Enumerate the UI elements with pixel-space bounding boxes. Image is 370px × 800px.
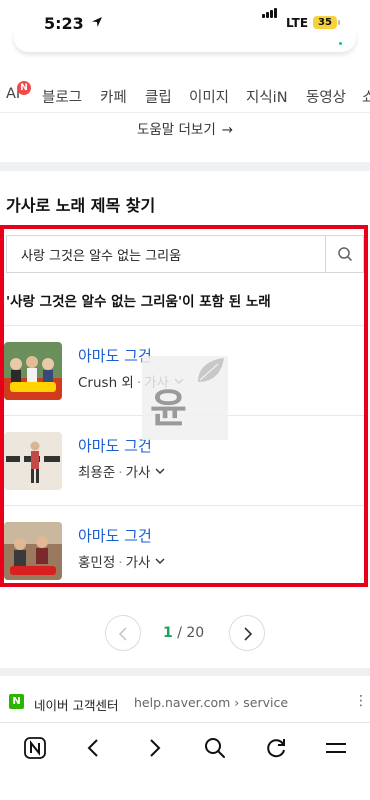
help-more-label: 도움말 더보기 (136, 122, 216, 138)
chevron-left-icon (118, 627, 127, 641)
menu-icon[interactable] (323, 735, 349, 761)
tab-image[interactable]: 이미지 (189, 86, 229, 107)
site-url: help.naver.com › service (134, 695, 289, 710)
song-title[interactable]: 아마도 그건 (78, 435, 152, 456)
search-tabs: AI N 블로그 카페 클립 이미지 지식iN 동영상 쇼 (0, 70, 370, 122)
leaf-icon (198, 358, 224, 382)
next-page-button[interactable] (229, 615, 265, 651)
watermark: 윤 (142, 356, 228, 440)
chevron-down-icon[interactable] (155, 556, 165, 566)
list-item[interactable]: 아마도 그건 홍민정 · 가사 (4, 505, 364, 595)
network-type: LTE (286, 16, 309, 30)
song-title[interactable]: 아마도 그건 (78, 345, 152, 366)
divider (0, 112, 370, 113)
lyrics-search-input[interactable] (7, 236, 325, 272)
song-meta: 최용준 · 가사 (78, 461, 165, 481)
bottom-toolbar (0, 722, 370, 800)
more-options-icon[interactable]: ⋮ (354, 693, 368, 709)
tab-blog[interactable]: 블로그 (42, 86, 82, 107)
site-name: 네이버 고객센터 (34, 698, 119, 713)
naver-home-icon[interactable] (22, 735, 48, 761)
tab-video[interactable]: 동영상 (306, 86, 346, 107)
next-result[interactable]: N 네이버 고객센터 help.naver.com › service ⋮ (0, 690, 370, 716)
naver-logo-icon: N (9, 694, 24, 709)
lyrics-toggle[interactable]: 가사 (126, 555, 151, 571)
back-icon[interactable] (81, 735, 107, 761)
total-pages: 20 (186, 625, 205, 641)
pagination: 1 / 20 (0, 615, 370, 653)
album-thumbnail[interactable] (4, 432, 62, 490)
tab-ai-badge: N (17, 81, 31, 95)
lyrics-search-box (6, 235, 364, 273)
song-title[interactable]: 아마도 그건 (78, 525, 152, 546)
battery-tip (338, 20, 340, 25)
section-title: 가사로 노래 제목 찾기 (6, 196, 156, 215)
page-indicator: 1 / 20 (163, 625, 205, 641)
current-page: 1 (163, 625, 173, 641)
album-thumbnail[interactable] (4, 522, 62, 580)
search-icon[interactable] (326, 236, 364, 272)
result-title: '사랑 그것은 알수 없는 그리움'이 포함 된 노래 (6, 294, 271, 310)
tab-clip[interactable]: 클립 (145, 86, 172, 107)
artist-name: 최용준 (78, 465, 116, 481)
arrow-right-icon: → (221, 122, 234, 138)
search-icon[interactable] (202, 735, 228, 761)
tab-shopping[interactable]: 쇼 (362, 86, 370, 107)
chevron-down-icon[interactable] (155, 466, 165, 476)
prev-page-button[interactable] (105, 615, 141, 651)
song-meta: 홍민정 · 가사 (78, 551, 165, 571)
tab-kin[interactable]: 지식iN (246, 86, 288, 107)
forward-icon[interactable] (141, 735, 167, 761)
chevron-right-icon (244, 627, 253, 641)
lyrics-toggle[interactable]: 가사 (126, 465, 151, 481)
location-arrow-icon (92, 17, 102, 27)
section-gap (0, 668, 370, 676)
artist-name: Crush 외 (78, 375, 134, 391)
help-more-button[interactable]: 도움말 더보기 → (0, 118, 370, 144)
battery-icon: 35 (313, 16, 337, 29)
refresh-icon[interactable] (263, 735, 289, 761)
search-bar-edge (14, 30, 356, 52)
album-thumbnail[interactable] (4, 342, 62, 400)
section-gap (0, 162, 370, 171)
tab-cafe[interactable]: 카페 (100, 86, 127, 107)
watermark-char: 윤 (150, 386, 187, 432)
artist-name: 홍민정 (78, 555, 116, 571)
